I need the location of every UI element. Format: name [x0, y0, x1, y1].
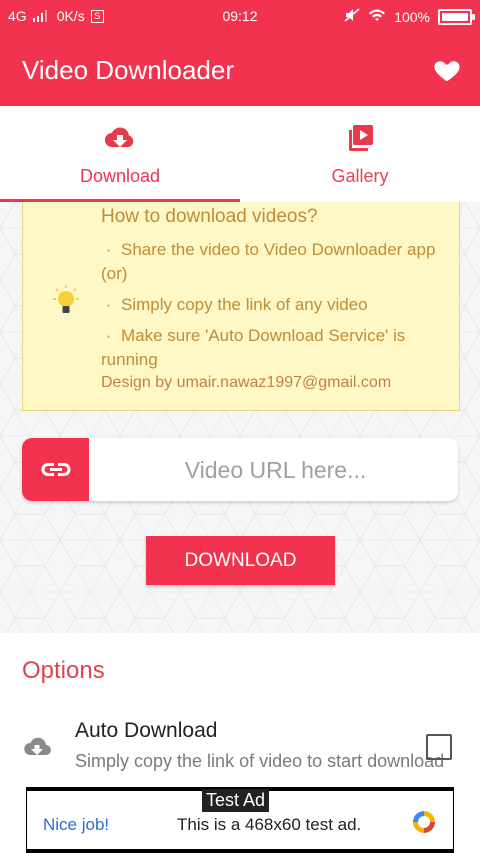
- tab-download[interactable]: Download: [0, 106, 240, 202]
- app-title: Video Downloader: [22, 55, 234, 85]
- cloud-download-icon: [22, 735, 52, 761]
- ad-message: This is a 468x60 test ad.: [177, 815, 362, 834]
- tab-download-label: Download: [79, 166, 161, 186]
- help-item: · Make sure 'Auto Download Service' is ru…: [101, 326, 406, 369]
- download-button[interactable]: DOWNLOAD: [146, 536, 335, 585]
- ad-logo-icon: [410, 808, 438, 836]
- wifi-icon: [368, 8, 386, 25]
- option-subtitle: Simply copy the link of video to start d…: [75, 751, 445, 771]
- help-card: How to download videos? · Share the video…: [22, 202, 460, 411]
- option-title: Auto Download: [75, 719, 218, 742]
- test-ad-tag: Test Ad: [202, 789, 270, 812]
- option-auto-download[interactable]: Auto Download Simply copy the link of vi…: [0, 709, 480, 789]
- tab-gallery[interactable]: Gallery: [240, 106, 480, 202]
- battery-icon: [438, 8, 475, 25]
- or-text: (or): [101, 264, 128, 283]
- video-library-icon: [344, 122, 376, 154]
- help-item: · Share the video to Video Downloader app…: [101, 240, 436, 283]
- link-icon: [22, 438, 89, 501]
- options-heading: Options: [22, 657, 105, 684]
- help-list: · Share the video to Video Downloader app…: [101, 238, 459, 379]
- url-input[interactable]: [89, 438, 458, 501]
- lightbulb-icon: [51, 284, 81, 320]
- tab-gallery-label: Gallery: [331, 166, 389, 186]
- app-bar: Video Downloader: [0, 33, 480, 106]
- heart-icon[interactable]: [432, 55, 462, 85]
- auto-download-checkbox[interactable]: [426, 734, 452, 760]
- ad-nice-job: Nice job!: [43, 815, 110, 834]
- status-bar: 4G 0K/s S 09:12 100%: [0, 0, 480, 33]
- designer-credit: Design by umair.nawaz1997@gmail.com: [101, 374, 392, 391]
- cloud-download-icon: [104, 122, 136, 154]
- url-field: [22, 438, 458, 501]
- download-panel: How to download videos? · Share the video…: [0, 202, 480, 633]
- tab-bar: Download Gallery: [0, 106, 480, 202]
- help-title: How to download videos?: [101, 206, 318, 227]
- mute-icon: [344, 8, 360, 25]
- help-item: · Simply copy the link of any video: [101, 295, 368, 314]
- battery-percent: 100%: [394, 8, 430, 25]
